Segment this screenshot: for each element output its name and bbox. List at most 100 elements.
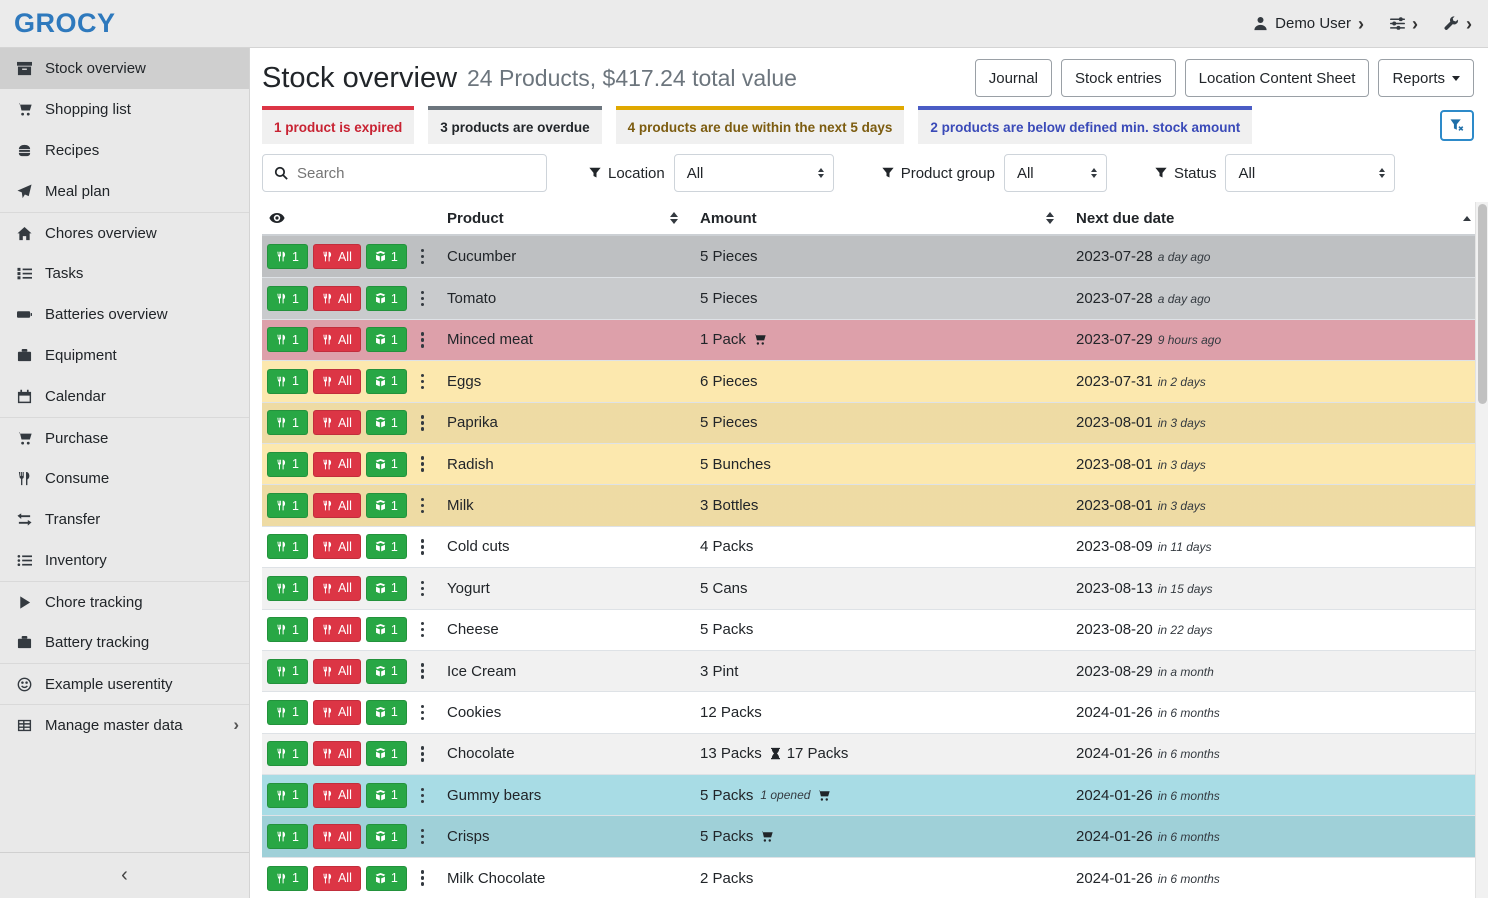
- consume-one-button[interactable]: 1: [267, 576, 308, 601]
- status-select[interactable]: All: [1225, 154, 1395, 192]
- open-one-button[interactable]: 1: [366, 617, 407, 642]
- consume-one-button[interactable]: 1: [267, 327, 308, 352]
- open-one-button[interactable]: 1: [366, 741, 407, 766]
- row-menu-button[interactable]: [414, 244, 432, 270]
- row-menu-button[interactable]: [414, 534, 432, 560]
- app-logo[interactable]: GROCY: [14, 8, 116, 39]
- consume-one-button[interactable]: 1: [267, 534, 308, 559]
- status-banner[interactable]: 2 products are below defined min. stock …: [918, 106, 1252, 144]
- consume-all-button[interactable]: All: [313, 576, 361, 601]
- eye-icon[interactable]: [269, 210, 285, 226]
- sidebar-item-equipment[interactable]: Equipment ›: [0, 335, 249, 376]
- sidebar-item-calendar[interactable]: Calendar ›: [0, 376, 249, 417]
- stock-entries-button[interactable]: Stock entries: [1061, 59, 1176, 97]
- table-scrollbar[interactable]: [1475, 202, 1488, 898]
- consume-one-button[interactable]: 1: [267, 783, 308, 808]
- consume-all-button[interactable]: All: [313, 493, 361, 518]
- row-menu-button[interactable]: [414, 410, 432, 436]
- row-menu-button[interactable]: [414, 576, 432, 602]
- sidebar-item-purchase[interactable]: Purchase ›: [0, 417, 249, 458]
- sidebar-item-meal-plan[interactable]: Meal plan ›: [0, 171, 249, 212]
- sidebar-item-chores-overview[interactable]: Chores overview ›: [0, 212, 249, 253]
- open-one-button[interactable]: 1: [366, 244, 407, 269]
- sidebar-item-recipes[interactable]: Recipes ›: [0, 130, 249, 171]
- consume-one-button[interactable]: 1: [267, 410, 308, 435]
- journal-button[interactable]: Journal: [975, 59, 1052, 97]
- scrollbar-thumb[interactable]: [1478, 204, 1487, 404]
- consume-one-button[interactable]: 1: [267, 700, 308, 725]
- sidebar-item-chore-tracking[interactable]: Chore tracking ›: [0, 581, 249, 622]
- consume-all-button[interactable]: All: [313, 286, 361, 311]
- open-one-button[interactable]: 1: [366, 783, 407, 808]
- column-header-amount[interactable]: Amount: [700, 210, 1076, 227]
- sidebar-item-consume[interactable]: Consume ›: [0, 458, 249, 499]
- status-banner[interactable]: 1 product is expired: [262, 106, 414, 144]
- consume-all-button[interactable]: All: [313, 741, 361, 766]
- consume-one-button[interactable]: 1: [267, 244, 308, 269]
- consume-all-button[interactable]: All: [313, 534, 361, 559]
- consume-one-button[interactable]: 1: [267, 369, 308, 394]
- row-menu-button[interactable]: [414, 658, 432, 684]
- row-menu-button[interactable]: [414, 327, 432, 353]
- row-menu-button[interactable]: [414, 865, 432, 891]
- consume-all-button[interactable]: All: [313, 327, 361, 352]
- admin-tools-menu[interactable]: ›: [1444, 15, 1472, 33]
- row-menu-button[interactable]: [414, 493, 432, 519]
- row-menu-button[interactable]: [414, 700, 432, 726]
- sidebar-item-tasks[interactable]: Tasks ›: [0, 253, 249, 294]
- product-group-select[interactable]: All: [1004, 154, 1107, 192]
- open-one-button[interactable]: 1: [366, 327, 407, 352]
- sidebar-item-stock-overview[interactable]: Stock overview ›: [0, 48, 249, 89]
- open-one-button[interactable]: 1: [366, 866, 407, 891]
- sidebar-item-inventory[interactable]: Inventory ›: [0, 540, 249, 581]
- row-menu-button[interactable]: [414, 783, 432, 809]
- open-one-button[interactable]: 1: [366, 576, 407, 601]
- reports-dropdown-button[interactable]: Reports: [1378, 59, 1474, 97]
- consume-one-button[interactable]: 1: [267, 741, 308, 766]
- sidebar-item-example-userentity[interactable]: Example userentity ›: [0, 663, 249, 704]
- consume-one-button[interactable]: 1: [267, 824, 308, 849]
- row-menu-button[interactable]: [414, 369, 432, 395]
- user-menu[interactable]: Demo User ›: [1253, 15, 1364, 33]
- open-one-button[interactable]: 1: [366, 824, 407, 849]
- column-header-product[interactable]: Product: [447, 210, 700, 227]
- consume-one-button[interactable]: 1: [267, 452, 308, 477]
- consume-all-button[interactable]: All: [313, 700, 361, 725]
- open-one-button[interactable]: 1: [366, 659, 407, 684]
- status-banner[interactable]: 3 products are overdue: [428, 106, 601, 144]
- row-menu-button[interactable]: [414, 286, 432, 312]
- location-content-sheet-button[interactable]: Location Content Sheet: [1185, 59, 1370, 97]
- consume-one-button[interactable]: 1: [267, 866, 308, 891]
- location-select[interactable]: All: [674, 154, 834, 192]
- consume-all-button[interactable]: All: [313, 824, 361, 849]
- consume-one-button[interactable]: 1: [267, 286, 308, 311]
- consume-all-button[interactable]: All: [313, 410, 361, 435]
- search-input[interactable]: [297, 165, 535, 182]
- row-menu-button[interactable]: [414, 741, 432, 767]
- consume-all-button[interactable]: All: [313, 659, 361, 684]
- sidebar-collapse-button[interactable]: ‹: [0, 852, 249, 898]
- settings-menu[interactable]: ›: [1390, 15, 1418, 33]
- open-one-button[interactable]: 1: [366, 286, 407, 311]
- row-menu-button[interactable]: [414, 451, 432, 477]
- consume-one-button[interactable]: 1: [267, 617, 308, 642]
- consume-all-button[interactable]: All: [313, 452, 361, 477]
- consume-all-button[interactable]: All: [313, 369, 361, 394]
- column-header-next-due-date[interactable]: Next due date: [1076, 210, 1475, 227]
- sidebar-item-transfer[interactable]: Transfer ›: [0, 499, 249, 540]
- sidebar-item-battery-tracking[interactable]: Battery tracking ›: [0, 622, 249, 663]
- sidebar-item-batteries-overview[interactable]: Batteries overview ›: [0, 294, 249, 335]
- open-one-button[interactable]: 1: [366, 452, 407, 477]
- row-menu-button[interactable]: [414, 824, 432, 850]
- consume-one-button[interactable]: 1: [267, 493, 308, 518]
- open-one-button[interactable]: 1: [366, 493, 407, 518]
- sidebar-item-manage-master-data[interactable]: Manage master data ›: [0, 704, 249, 745]
- row-menu-button[interactable]: [414, 617, 432, 643]
- consume-all-button[interactable]: All: [313, 866, 361, 891]
- consume-all-button[interactable]: All: [313, 783, 361, 808]
- clear-filters-button[interactable]: [1440, 110, 1474, 141]
- sidebar-item-shopping-list[interactable]: Shopping list ›: [0, 89, 249, 130]
- consume-all-button[interactable]: All: [313, 617, 361, 642]
- open-one-button[interactable]: 1: [366, 534, 407, 559]
- open-one-button[interactable]: 1: [366, 700, 407, 725]
